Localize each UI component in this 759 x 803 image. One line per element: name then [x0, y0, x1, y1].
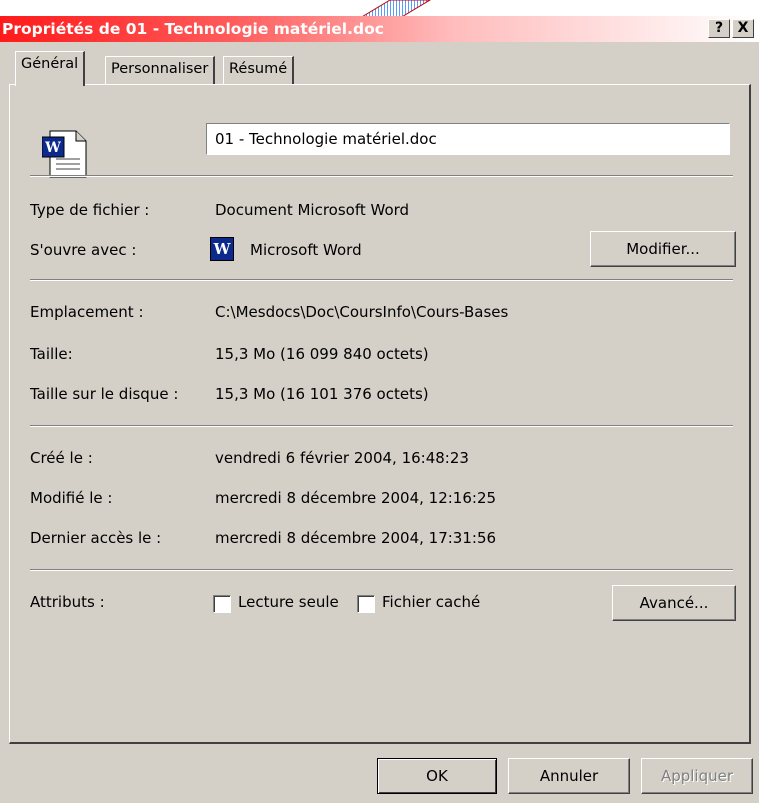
svg-text:W: W [44, 140, 61, 156]
hidden-label[interactable]: Fichier caché [382, 593, 480, 611]
opens-with-value: Microsoft Word [250, 241, 362, 259]
hidden-checkbox[interactable] [357, 595, 375, 613]
window-title: Propriétés de 01 - Technologie matériel.… [2, 20, 384, 38]
word-app-icon: W [210, 237, 234, 261]
disk-size-value: 15,3 Mo (16 101 376 octets) [215, 385, 429, 403]
tab-summary[interactable]: Résumé [223, 56, 295, 84]
separator [30, 569, 733, 571]
readonly-label[interactable]: Lecture seule [238, 593, 339, 611]
size-label: Taille: [30, 345, 73, 363]
apply-button[interactable]: Appliquer [641, 758, 753, 794]
general-panel: W 01 - Technologie matériel.doc Type de … [9, 84, 751, 744]
disk-size-label: Taille sur le disque : [30, 385, 179, 403]
separator [30, 279, 733, 281]
readonly-checkbox[interactable] [213, 595, 231, 613]
created-label: Créé le : [30, 449, 93, 467]
file-type-value: Document Microsoft Word [215, 201, 410, 219]
modified-label: Modifié le : [30, 489, 113, 507]
tab-customize[interactable]: Personnaliser [105, 56, 216, 84]
properties-dialog: Propriétés de 01 - Technologie matériel.… [0, 16, 759, 803]
title-bar[interactable]: Propriétés de 01 - Technologie matériel.… [0, 16, 759, 42]
separator [30, 175, 733, 177]
opens-with-label: S'ouvre avec : [30, 241, 137, 259]
location-label: Emplacement : [30, 303, 144, 321]
file-name-input[interactable]: 01 - Technologie matériel.doc [206, 123, 730, 155]
accessed-label: Dernier accès le : [30, 529, 162, 547]
created-value: vendredi 6 février 2004, 16:48:23 [215, 449, 469, 467]
separator [30, 425, 733, 427]
word-document-icon: W [41, 129, 88, 179]
attributes-label: Attributs : [30, 593, 105, 611]
close-button[interactable]: X [732, 19, 754, 38]
advanced-button[interactable]: Avancé... [612, 585, 736, 621]
cancel-button[interactable]: Annuler [508, 758, 630, 794]
modify-button[interactable]: Modifier... [590, 231, 736, 267]
accessed-value: mercredi 8 décembre 2004, 17:31:56 [215, 529, 497, 547]
modified-value: mercredi 8 décembre 2004, 12:16:25 [215, 489, 497, 507]
ok-button[interactable]: OK [377, 758, 497, 794]
file-type-label: Type de fichier : [30, 201, 150, 219]
location-value: C:\Mesdocs\Doc\CoursInfo\Cours-Bases [215, 303, 509, 321]
size-value: 15,3 Mo (16 099 840 octets) [215, 345, 429, 363]
tab-general[interactable]: Général [15, 51, 86, 86]
help-button[interactable]: ? [708, 19, 730, 38]
